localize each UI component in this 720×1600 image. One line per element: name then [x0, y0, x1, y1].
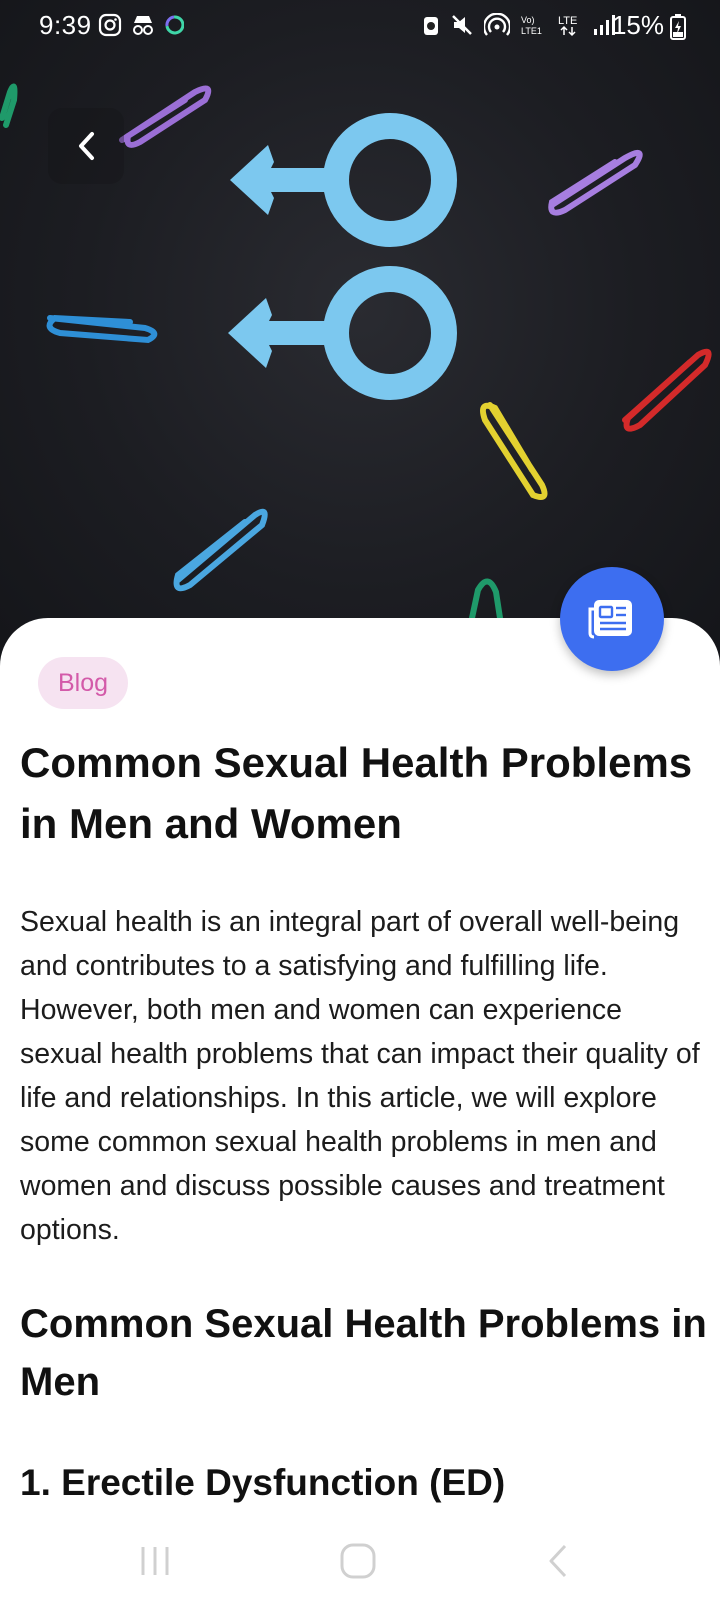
paperclip-icon	[480, 402, 548, 500]
home-button[interactable]	[328, 1536, 388, 1586]
newspaper-icon	[588, 600, 632, 639]
paperclip-icon	[46, 314, 158, 344]
back-icon	[549, 1544, 567, 1578]
back-button[interactable]	[48, 108, 124, 184]
incognito-icon	[133, 16, 153, 35]
volte-icon: Vo) LTE1	[521, 15, 542, 36]
section-heading: Common Sexual Health Problems in Men	[20, 1302, 707, 1404]
sync-icon	[165, 15, 184, 35]
svg-text:LTE: LTE	[558, 15, 577, 27]
navigation-bar	[0, 1520, 720, 1600]
article-title: Common Sexual Health Problems in Men and…	[20, 739, 693, 847]
battery-percent: 15%	[611, 10, 664, 40]
svg-text:LTE1: LTE1	[521, 26, 542, 36]
status-bar: 9:39 Vo) LTE1 LTE 15%	[0, 0, 720, 52]
paperclip-icon	[119, 85, 212, 148]
category-chip[interactable]: Blog	[38, 657, 129, 709]
male-symbol-icon	[250, 113, 457, 247]
article-intro: Sexual health is an integral part of ove…	[20, 906, 700, 1246]
hotspot-icon	[484, 13, 510, 36]
instagram-icon	[98, 13, 122, 37]
status-left-icons	[98, 13, 184, 37]
svg-text:Vo): Vo)	[521, 15, 535, 25]
alarm-icon	[424, 17, 438, 35]
recent-apps-icon	[141, 1547, 169, 1575]
paperclip-icon	[622, 348, 712, 432]
system-back-button[interactable]	[528, 1536, 588, 1586]
paperclip-icon	[469, 578, 503, 621]
status-time: 9:39	[39, 10, 92, 40]
status-right-icons: Vo) LTE1 LTE	[422, 13, 616, 37]
lte-icon: LTE	[558, 15, 577, 37]
paperclip-icon	[173, 508, 268, 592]
battery-icon	[670, 14, 686, 40]
paperclip-icon	[0, 83, 18, 128]
subsection-heading: 1. Erectile Dysfunction (ED)	[20, 1462, 506, 1503]
mute-icon	[452, 15, 472, 35]
male-symbol-icon	[250, 266, 457, 400]
paperclip-icon	[548, 149, 643, 216]
home-icon	[340, 1543, 376, 1579]
recent-apps-button[interactable]	[125, 1536, 185, 1586]
news-fab-button[interactable]	[560, 567, 664, 671]
chevron-left-icon	[79, 132, 94, 160]
